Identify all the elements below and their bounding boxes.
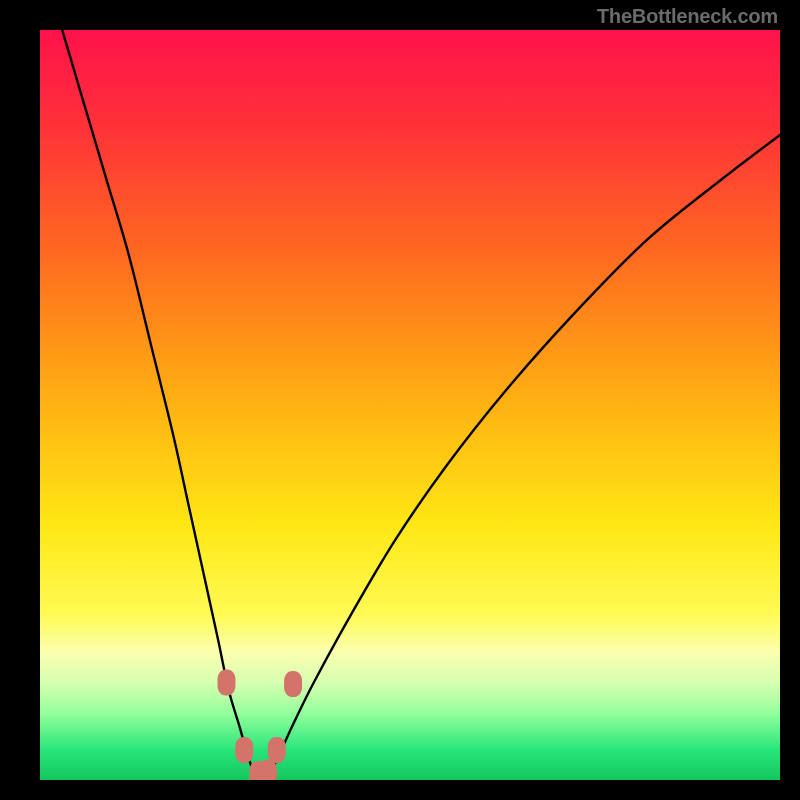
plot-area: [40, 30, 780, 780]
bottleneck-curve: [62, 30, 780, 779]
curve-layer: [40, 30, 780, 780]
curve-markers: [217, 670, 302, 781]
watermark-text: TheBottleneck.com: [597, 6, 778, 29]
curve-marker: [217, 670, 235, 696]
curve-marker: [268, 737, 286, 763]
curve-marker: [235, 737, 253, 763]
curve-marker: [284, 671, 302, 697]
chart-frame: TheBottleneck.com: [0, 0, 800, 800]
